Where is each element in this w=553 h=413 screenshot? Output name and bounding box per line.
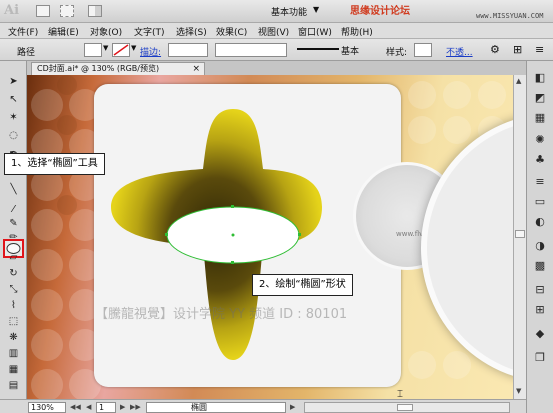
graph-tool-icon[interactable]: ▥ [5,347,22,361]
menu-view[interactable]: 视图(V) [258,25,289,38]
zoom-value: 130% [31,403,54,412]
direct-selection-tool-icon[interactable]: ↖ [5,93,22,107]
vertical-scrollbar[interactable]: ▲ ▼ [513,75,526,399]
document-tab-bar: CD封面.ai* @ 130% (RGB/预览) × [27,61,526,75]
stroke-profile[interactable]: 基本 [295,43,367,57]
chevron-down-icon[interactable]: ▼ [313,5,319,14]
control-bar: 路径 ▼ ▼ 描边: 基本 样式: 不透... ⚙ ⊞ ≡ [0,39,553,61]
stroke-swatch[interactable] [112,43,130,57]
opacity-link[interactable]: 不透... [446,45,473,58]
arrange-icon[interactable] [88,5,102,17]
next-artboard-icon[interactable]: ▶ [120,403,125,411]
chevron-down-icon[interactable]: ▼ [131,44,136,52]
layout-icon[interactable] [60,5,74,17]
artboard-number-input[interactable]: 1 [96,402,116,413]
transform-icon[interactable]: ⊞ [533,303,547,317]
warp-tool-icon[interactable]: ⌇ [5,299,22,313]
artboards-icon[interactable]: ❐ [533,351,547,365]
prev-artboard-icon[interactable]: ◀ [86,403,91,411]
menu-select[interactable]: 选择(S) [176,25,207,38]
graphic-styles-icon[interactable]: ▩ [533,259,547,273]
recolor-icon[interactable]: ⚙ [490,43,500,56]
stroke-panel-icon[interactable]: ≡ [533,175,547,189]
menu-file[interactable]: 文件(F) [8,25,38,38]
stroke-weight-input[interactable] [168,43,208,57]
transparency-icon[interactable]: ◐ [533,215,547,229]
status-menu-icon[interactable]: ▶ [290,403,295,411]
line-tool-icon[interactable]: ╲ [5,183,22,197]
current-tool-display[interactable]: 椭圆 [146,402,286,413]
blob-brush-tool-icon[interactable]: ✏ [5,231,22,245]
artboard-number: 1 [99,403,105,412]
menu-help[interactable]: 帮助(H) [341,25,373,38]
swatches-icon[interactable]: ▦ [533,111,547,125]
align-icon[interactable]: ⊞ [513,43,522,56]
pencil-tool-icon[interactable]: ✎ [5,217,22,231]
selection-tool-icon[interactable]: ➤ [5,75,22,89]
canvas-watermark: 【騰龍視覺】设计学院 YY 频道 ID : 80101 [95,307,348,322]
zoom-select[interactable]: 130% [28,402,66,413]
align-panel-icon[interactable]: ⊟ [533,283,547,297]
menu-bar: 文件(F) 编辑(E) 对象(O) 文字(T) 选择(S) 效果(C) 视图(V… [0,23,553,39]
graphic-style-swatch[interactable] [414,43,432,57]
document-canvas[interactable]: www.flvi.net 【騰龍視覺】设计学院 YY 频道 ID : 80101… [27,75,526,399]
site-watermark-url: www.MISSYUAN.COM [476,12,544,20]
artwork-layer [111,109,322,360]
hscroll-thumb[interactable] [397,404,413,411]
current-tool-name: 椭圆 [191,403,207,412]
style-label: 样式: [386,48,408,58]
illustrator-logo: Ai [4,3,20,18]
menu-edit[interactable]: 编辑(E) [48,25,79,38]
fill-swatch[interactable] [84,43,102,57]
title-bar: Ai 基本功能 ▼ 思缘设计论坛 www.MISSYUAN.COM [0,0,553,23]
menu-type[interactable]: 文字(T) [134,25,165,38]
stroke-profile-label: 基本 [341,47,360,57]
menu-window[interactable]: 窗口(W) [298,25,332,38]
no-stroke-icon [113,44,129,56]
scale-tool-icon[interactable]: ⤡ [5,283,22,297]
document-tab-title: CD封面.ai* @ 130% (RGB/预览) [37,64,160,73]
status-bar: 130% ◀◀ ◀ 1 ▶ ▶▶ 椭圆 ▶ [0,399,526,413]
layers-icon[interactable]: ◆ [533,327,547,341]
site-watermark: 思缘设计论坛 [350,6,410,17]
mesh-tool-icon[interactable]: ▦ [5,363,22,377]
horizontal-scrollbar[interactable] [304,402,510,413]
workspace-switcher[interactable]: 基本功能 [271,5,307,18]
rotate-tool-icon[interactable]: ↻ [5,267,22,281]
stroke-link[interactable]: 描边: [140,45,161,58]
magic-wand-tool-icon[interactable]: ✶ [5,111,22,125]
callout-select-ellipse: 1、选择“椭圆”工具 [4,153,105,175]
cursor-icon: ⌶ [397,389,403,399]
symbols-icon[interactable]: ♣ [533,153,547,167]
eraser-tool-icon[interactable]: ▱ [5,251,22,265]
stroke-line-preview [297,48,339,50]
menu-effect[interactable]: 效果(C) [216,25,247,38]
variable-width-select[interactable] [215,43,287,57]
chevron-down-icon[interactable]: ▼ [103,44,108,52]
lasso-tool-icon[interactable]: ◌ [5,129,22,143]
first-artboard-icon[interactable]: ◀◀ [70,403,81,411]
symbol-sprayer-tool-icon[interactable]: ❋ [5,331,22,345]
gradient-tool-icon[interactable]: ▤ [5,379,22,393]
free-transform-tool-icon[interactable]: ⬚ [5,315,22,329]
brushes-icon[interactable]: ✺ [533,133,547,147]
color-guide-icon[interactable]: ◩ [533,91,547,105]
last-artboard-icon[interactable]: ▶▶ [130,403,141,411]
panel-menu-icon[interactable]: ≡ [535,43,544,56]
selection-type-label: 路径 [17,48,36,58]
menu-object[interactable]: 对象(O) [90,25,122,38]
panel-dock: ◧ ◩ ▦ ✺ ♣ ≡ ▭ ◐ ◑ ▩ ⊟ ⊞ ◆ ❐ [526,61,553,413]
color-panel-icon[interactable]: ◧ [533,71,547,85]
scroll-thumb[interactable] [515,230,525,238]
document-icon[interactable] [36,5,50,17]
document-tab[interactable]: CD封面.ai* @ 130% (RGB/预览) × [31,62,205,75]
callout-draw-ellipse: 2、绘制“椭圆”形状 [252,274,353,296]
close-icon[interactable]: × [192,63,200,75]
paintbrush-tool-icon[interactable]: ⁄ [5,203,22,217]
gradient-panel-icon[interactable]: ▭ [533,195,547,209]
scroll-down-icon[interactable]: ▼ [516,387,521,395]
tools-panel: ➤ ↖ ✶ ◌ ✒ T ╲ ⁄ ✎ ✏ ▱ ↻ ⤡ ⌇ ⬚ ❋ ▥ ▦ ▤ [0,61,27,399]
scroll-up-icon[interactable]: ▲ [516,77,521,85]
appearance-icon[interactable]: ◑ [533,239,547,253]
